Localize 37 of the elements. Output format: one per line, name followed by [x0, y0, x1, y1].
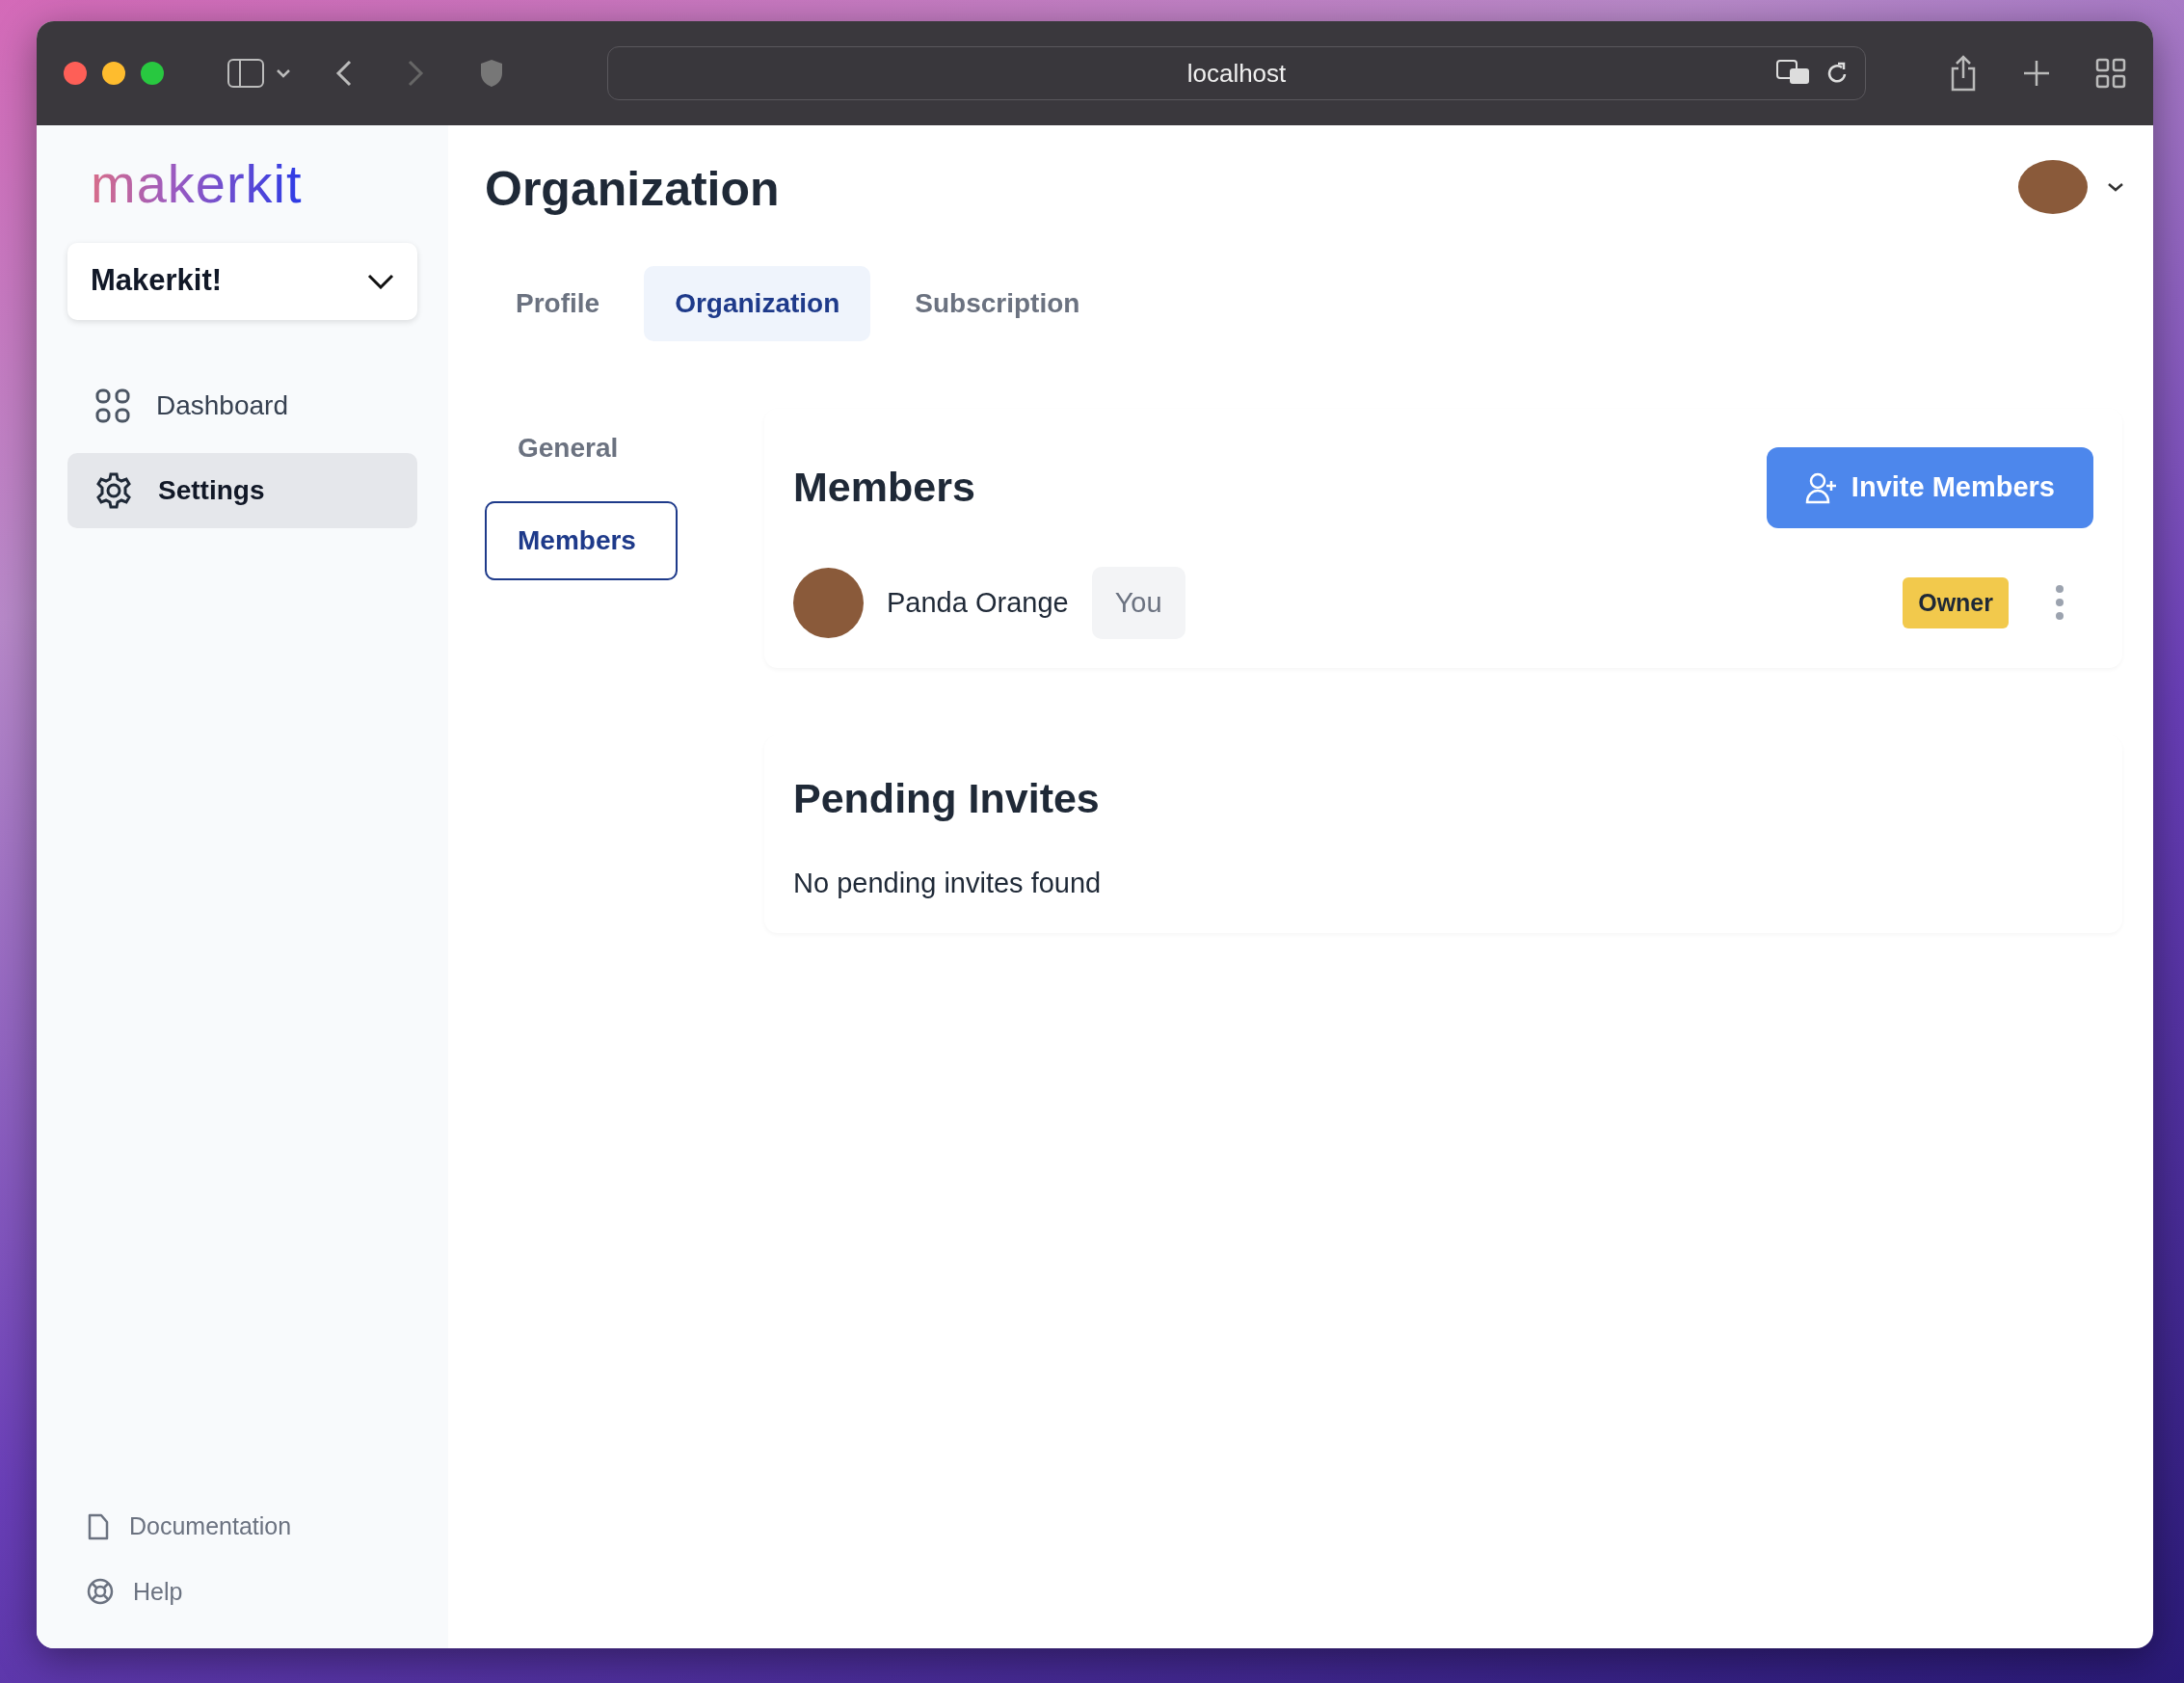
- grid-icon: [94, 387, 131, 424]
- share-icon[interactable]: [1949, 55, 1978, 92]
- chevron-down-icon: [367, 273, 394, 289]
- user-plus-icon: [1804, 470, 1838, 504]
- page-title: Organization: [485, 161, 780, 218]
- plus-icon[interactable]: [2022, 59, 2051, 88]
- you-badge: You: [1091, 566, 1185, 639]
- minimize-button[interactable]: [102, 62, 125, 85]
- section-heading: Members: [793, 462, 975, 512]
- tabs-grid-icon[interactable]: [2095, 58, 2126, 89]
- invite-members-button[interactable]: Invite Members: [1766, 447, 2093, 528]
- shield-icon[interactable]: [478, 58, 505, 89]
- tab[interactable]: Organization: [644, 266, 871, 341]
- settings-nav-item[interactable]: General: [485, 409, 678, 488]
- sidebar-link[interactable]: Documentation: [129, 1509, 292, 1545]
- settings-icon: [94, 470, 133, 510]
- settings-nav-item[interactable]: Members: [485, 501, 678, 580]
- chevron-down-icon[interactable]: [2107, 182, 2124, 192]
- sidebar-icon[interactable]: [227, 59, 264, 88]
- section-heading: Pending Invites: [793, 774, 1101, 823]
- tab[interactable]: Profile: [485, 266, 631, 341]
- sidebar-link[interactable]: Help: [133, 1573, 183, 1610]
- chevron-down-icon[interactable]: [276, 68, 291, 78]
- empty-message: No pending invites found: [793, 866, 1103, 900]
- organization-selector[interactable]: Makerkit!: [67, 242, 417, 320]
- back-icon[interactable]: [335, 59, 353, 88]
- tab[interactable]: Subscription: [884, 266, 1111, 341]
- member-name: Panda Orange: [887, 585, 1069, 620]
- close-button[interactable]: [64, 62, 87, 85]
- maximize-button[interactable]: [141, 62, 164, 85]
- document-icon: [87, 1511, 110, 1541]
- sidebar-nav-item[interactable]: Settings: [67, 452, 417, 528]
- sidebar-nav-item[interactable]: Dashboard: [67, 367, 417, 443]
- address-bar[interactable]: localhost: [607, 46, 1866, 100]
- help-icon: [87, 1578, 114, 1606]
- address-text: localhost: [1186, 57, 1287, 90]
- role-badge: Owner: [1903, 576, 2009, 628]
